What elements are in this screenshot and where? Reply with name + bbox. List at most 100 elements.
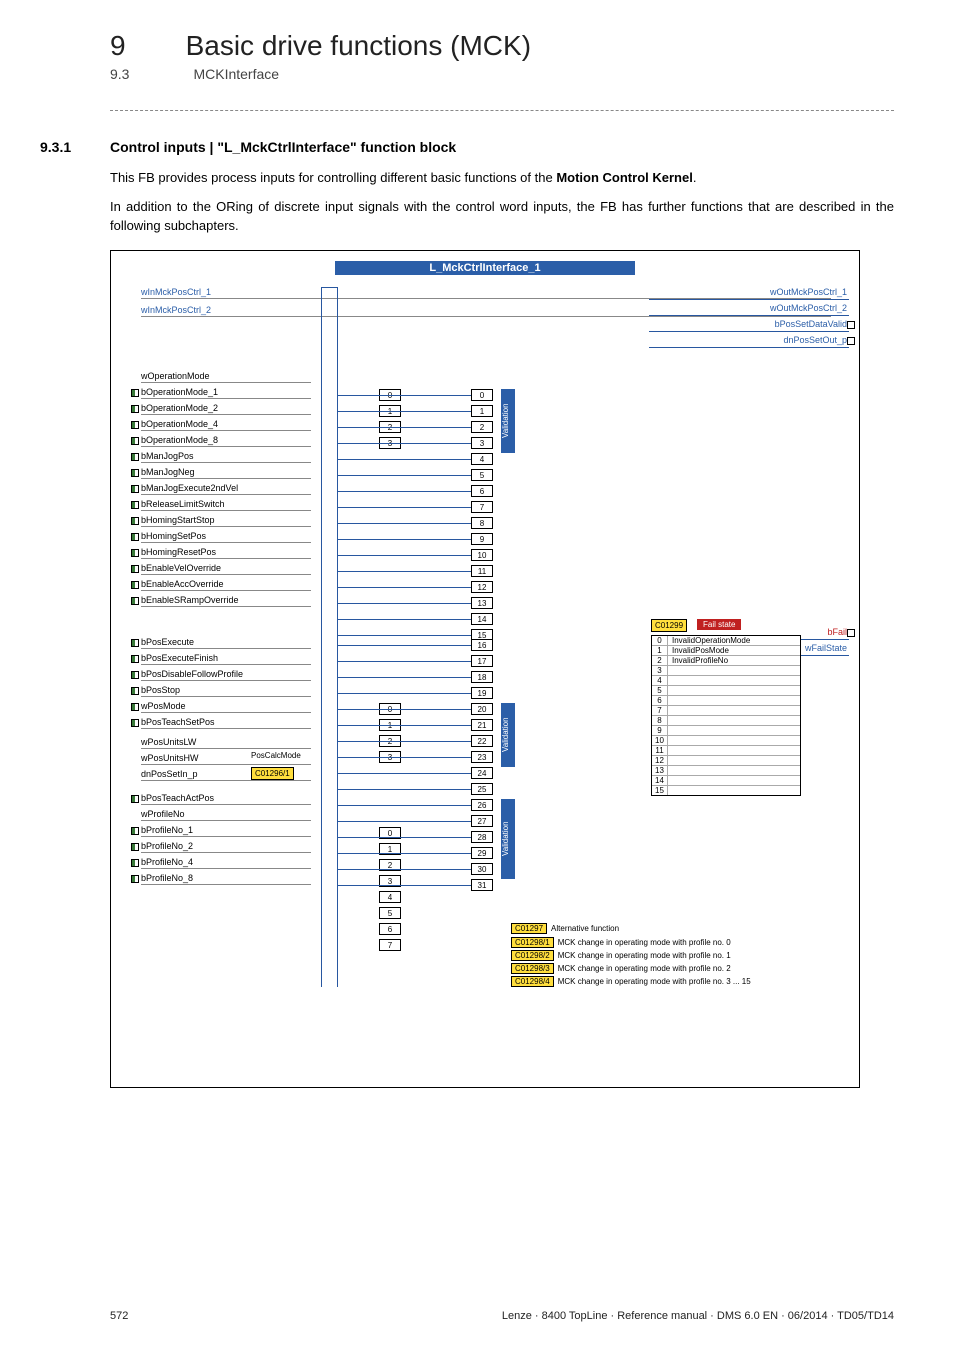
input-label: bManJogExecute2ndVel [141, 483, 311, 495]
pos-calc-mode: PosCalcMode [251, 751, 301, 760]
input-label: bHomingResetPos [141, 547, 311, 559]
output-label: wOutMckPosCtrl_1 [770, 287, 847, 297]
alt-func-header: C01297Alternative function [511, 923, 619, 934]
encoder-bit: 4 [379, 891, 401, 903]
input-label: bPosStop [141, 685, 311, 697]
input-port [131, 859, 139, 867]
output-port [847, 629, 855, 637]
input-label: wProfileNo [141, 809, 311, 821]
mux-bit: 7 [471, 501, 493, 513]
output-port [847, 337, 855, 345]
input-label: bManJogPos [141, 451, 311, 463]
input-label: bPosExecute [141, 637, 311, 649]
input-label: bEnableAccOverride [141, 579, 311, 591]
fail-state-header: Fail state [697, 619, 741, 630]
mux-bit: 1 [471, 405, 493, 417]
validation-label: Validation [501, 799, 515, 879]
encoder-bit: 5 [379, 907, 401, 919]
mux-bit: 13 [471, 597, 493, 609]
output-failstate: wFailState [805, 643, 847, 653]
input-port [131, 405, 139, 413]
input-label: bOperationMode_8 [141, 435, 311, 447]
mux-bit: 10 [471, 549, 493, 561]
input-port [131, 671, 139, 679]
mux-bit: 11 [471, 565, 493, 577]
input-label: bPosDisableFollowProfile [141, 669, 311, 681]
mux-bit: 0 [471, 389, 493, 401]
input-port [131, 795, 139, 803]
input-label: bProfileNo_1 [141, 825, 311, 837]
code-c01299: C01299 [651, 619, 687, 632]
input-port [131, 639, 139, 647]
mux-bit: 14 [471, 613, 493, 625]
subsection-title: MCKInterface [193, 66, 279, 82]
input-port [131, 719, 139, 727]
input-port [131, 485, 139, 493]
input-label: bOperationMode_1 [141, 387, 311, 399]
mux-bit: 2 [471, 421, 493, 433]
input-port [131, 389, 139, 397]
input-label: bProfileNo_2 [141, 841, 311, 853]
mux-bit: 25 [471, 783, 493, 795]
input-label: bPosTeachSetPos [141, 717, 311, 729]
output-fail: bFail [827, 627, 847, 637]
input-port [131, 655, 139, 663]
input-port [131, 437, 139, 445]
validation-label: Validation [501, 389, 515, 453]
input-label: bHomingSetPos [141, 531, 311, 543]
output-label: bPosSetDataValid [775, 319, 847, 329]
input-label: bOperationMode_4 [141, 419, 311, 431]
input-port [131, 843, 139, 851]
alt-func-row: C01298/2MCK change in operating mode wit… [511, 950, 731, 961]
input-port [131, 703, 139, 711]
paragraph-2: In addition to the ORing of discrete inp… [110, 198, 894, 236]
mux-bit: 21 [471, 719, 493, 731]
function-block-diagram: L_MckCtrlInterface_1 wInMckPosCtrl_1wInM… [110, 250, 860, 1088]
chapter-number: 9 [110, 30, 126, 62]
mux-bit: 26 [471, 799, 493, 811]
output-port [847, 321, 855, 329]
input-label: wPosMode [141, 701, 311, 713]
section-title: Control inputs | "L_MckCtrlInterface" fu… [110, 139, 456, 155]
input-port [131, 597, 139, 605]
page-number: 572 [110, 1310, 128, 1322]
input-port [131, 827, 139, 835]
input-label: bManJogNeg [141, 467, 311, 479]
mux-bit: 18 [471, 671, 493, 683]
subsection-number: 9.3 [110, 66, 129, 82]
input-port [131, 469, 139, 477]
mux-bit: 9 [471, 533, 493, 545]
diagram-title: L_MckCtrlInterface_1 [335, 261, 635, 275]
input-label: bProfileNo_4 [141, 857, 311, 869]
mux-bit: 28 [471, 831, 493, 843]
paragraph-1: This FB provides process inputs for cont… [110, 169, 894, 188]
mux-bit: 6 [471, 485, 493, 497]
mux-bit: 19 [471, 687, 493, 699]
input-port [131, 549, 139, 557]
mux-bit: 12 [471, 581, 493, 593]
validation-label: Validation [501, 703, 515, 767]
alt-func-row: C01298/1MCK change in operating mode wit… [511, 937, 731, 948]
input-label: wInMckPosCtrl_1 [141, 287, 831, 299]
input-port [131, 501, 139, 509]
input-label: bPosExecuteFinish [141, 653, 311, 665]
input-port [131, 453, 139, 461]
encoder-bit: 6 [379, 923, 401, 935]
output-label: dnPosSetOut_p [783, 335, 847, 345]
input-port [131, 517, 139, 525]
input-port [131, 421, 139, 429]
input-label: wPosUnitsLW [141, 737, 311, 749]
mux-bit: 20 [471, 703, 493, 715]
separator [110, 110, 894, 111]
input-port [131, 533, 139, 541]
mux-bit: 24 [471, 767, 493, 779]
input-port [131, 687, 139, 695]
mux-bit: 22 [471, 735, 493, 747]
mux-bit: 30 [471, 863, 493, 875]
mux-bit: 16 [471, 639, 493, 651]
input-label: bEnableVelOverride [141, 563, 311, 575]
mux-bit: 3 [471, 437, 493, 449]
input-label: bProfileNo_8 [141, 873, 311, 885]
input-port [131, 875, 139, 883]
mux-bit: 5 [471, 469, 493, 481]
